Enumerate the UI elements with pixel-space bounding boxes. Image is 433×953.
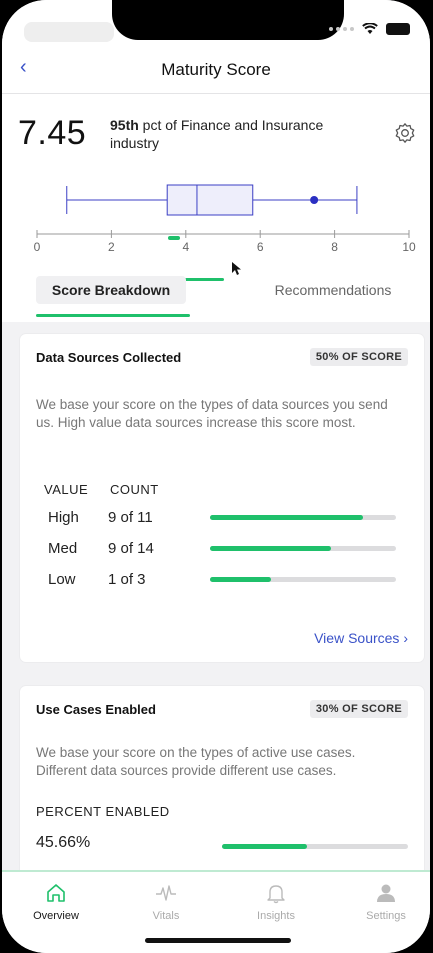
tab-label: Overview	[33, 910, 79, 922]
status-icons	[329, 23, 410, 35]
card-description: We base your score on the types of data …	[36, 397, 388, 430]
percent-enabled-label: PERCENT ENABLED	[36, 804, 170, 819]
tab-label: Insights	[257, 910, 295, 922]
score-marker	[310, 196, 319, 204]
row-count-med: 9 of 14	[108, 540, 154, 557]
tab-overview[interactable]: Overview	[16, 882, 96, 922]
nav-bar: ‹ Maturity Score	[2, 48, 430, 94]
home-icon	[47, 884, 65, 902]
tab-vitals[interactable]: Vitals	[126, 882, 206, 922]
device-notch	[112, 0, 344, 40]
active-tab-underline	[36, 314, 190, 317]
maturity-score-value: 7.45	[18, 114, 87, 152]
tab-label: Vitals	[152, 910, 180, 922]
percentile-value: 95th	[110, 117, 139, 133]
column-header-count: COUNT	[110, 482, 159, 497]
progress-bar-low	[210, 577, 396, 582]
axis-tick-label: 10	[402, 240, 416, 254]
tab-score-breakdown[interactable]: Score Breakdown	[36, 276, 186, 304]
home-indicator	[145, 938, 291, 943]
use-cases-card: Use Cases Enabled 30% OF SCORE We base y…	[20, 686, 424, 886]
segment-tabs: Score Breakdown Recommendations	[2, 270, 430, 318]
tab-insights[interactable]: Insights	[236, 882, 316, 922]
progress-fill-low	[210, 577, 272, 582]
axis-tick-label: 0	[34, 240, 41, 254]
boxplot-iqr-box	[166, 184, 254, 216]
card-title: Use Cases Enabled	[36, 702, 156, 717]
score-position-indicator	[168, 236, 180, 240]
page-title: Maturity Score	[161, 60, 271, 79]
progress-bar-high	[210, 515, 396, 520]
row-label-med: Med	[48, 540, 78, 557]
progress-fill-high	[210, 515, 363, 520]
axis-tick-label: 8	[331, 240, 338, 254]
status-bar	[2, 0, 430, 48]
progress-bar-percent-enabled	[222, 844, 408, 849]
axis-tick-label: 4	[182, 240, 189, 254]
phone-screen: ‹ Maturity Score 7.45 95th pct of Financ…	[2, 0, 430, 953]
percentile-text: 95th pct of Finance and Insurance indust…	[110, 116, 360, 152]
person-icon	[377, 884, 395, 902]
progress-fill-med	[210, 546, 331, 551]
row-count-high: 9 of 11	[108, 509, 153, 526]
percent-enabled-value: 45.66%	[36, 834, 91, 851]
axis-tick-label: 6	[257, 240, 264, 254]
card-title: Data Sources Collected	[36, 350, 182, 365]
row-label-high: High	[48, 509, 79, 526]
progress-fill-percent-enabled	[222, 844, 307, 849]
card-description: We base your score on the types of activ…	[36, 745, 356, 778]
battery-icon	[386, 23, 410, 35]
signal-icon	[329, 27, 354, 31]
column-header-value: VALUE	[44, 482, 89, 497]
bell-icon	[267, 885, 285, 904]
percentile-description: pct of Finance and Insurance industry	[110, 117, 324, 151]
industry-boxplot: 0 2 4 6 8 10	[34, 184, 416, 254]
tab-settings[interactable]: Settings	[346, 882, 426, 922]
data-sources-card: Data Sources Collected 50% OF SCORE We b…	[20, 334, 424, 662]
pulse-icon	[156, 885, 176, 901]
wifi-icon	[362, 23, 378, 34]
row-count-low: 1 of 3	[108, 571, 146, 588]
score-weight-badge: 30% OF SCORE	[309, 700, 408, 718]
score-weight-badge: 50% OF SCORE	[309, 348, 408, 366]
status-time-blurred	[24, 22, 114, 42]
progress-bar-med	[210, 546, 396, 551]
tab-recommendations[interactable]: Recommendations	[248, 276, 418, 304]
tab-label: Settings	[366, 910, 406, 922]
row-label-low: Low	[48, 571, 76, 588]
axis-tick-label: 2	[108, 240, 115, 254]
score-header: 7.45 95th pct of Finance and Insurance i…	[2, 94, 430, 322]
view-sources-link[interactable]: View Sources ›	[314, 630, 408, 646]
gear-icon[interactable]	[394, 122, 416, 144]
